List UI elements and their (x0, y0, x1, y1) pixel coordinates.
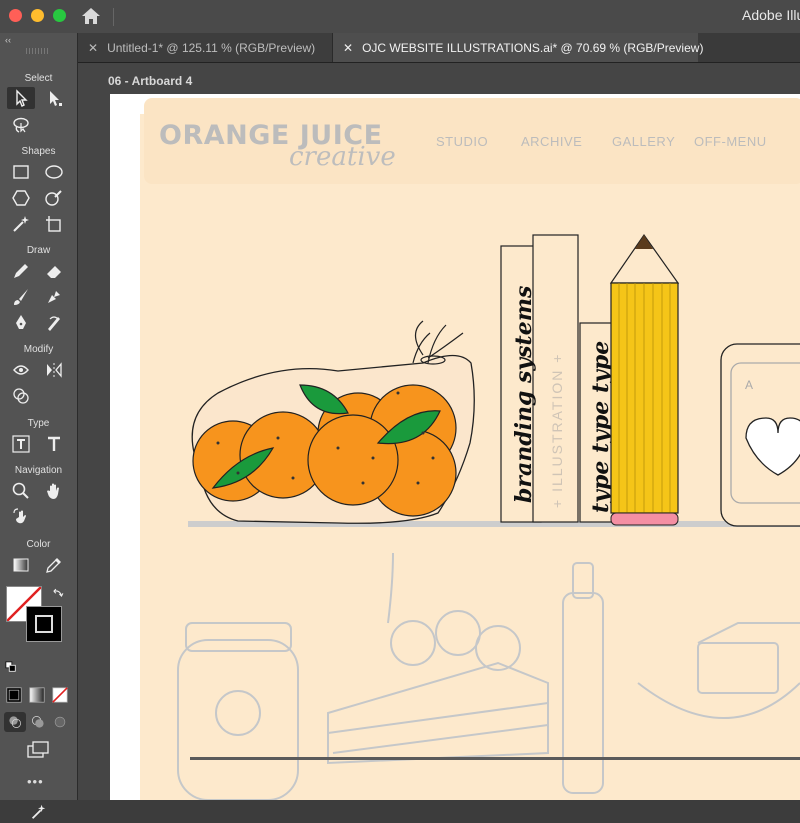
book-spine-type-type-type: type type type (588, 341, 614, 513)
color-mode-icon[interactable] (4, 685, 24, 705)
ellipse-tool-icon[interactable] (40, 161, 68, 183)
shelf-illustration: branding systems + ILLUSTRATION + type t… (177, 233, 800, 800)
title-bar: Adobe Illustrator (0, 0, 800, 34)
close-tab-icon[interactable]: ✕ (88, 41, 98, 55)
minimize-window-button[interactable] (31, 9, 44, 22)
book-spine-branding-systems: branding systems (511, 286, 537, 503)
tools-panel: ‹‹ Select Shapes Draw Modify Type Naviga… (0, 33, 78, 819)
draw-inside-icon[interactable] (50, 712, 70, 732)
section-label-draw: Draw (26, 245, 51, 256)
polygon-tool-icon[interactable] (7, 187, 35, 209)
rectangle-tool-icon[interactable] (7, 161, 35, 183)
direct-selection-tool-icon[interactable] (40, 87, 68, 109)
book-spine-illustration: + ILLUSTRATION + (549, 353, 565, 508)
tab-label: Untitled-1* @ 125.11 % (RGB/Preview) (107, 40, 316, 55)
section-label-modify: Modify (23, 344, 54, 355)
collapse-panel-icon[interactable]: ‹‹ (5, 35, 11, 45)
magic-wand-tool-icon[interactable] (7, 213, 35, 235)
gradient-tool-icon[interactable] (7, 554, 35, 576)
swap-fill-stroke-icon[interactable] (48, 585, 68, 603)
canvas[interactable]: 06 - Artboard 4 ORANGE JUICE creative ST… (78, 63, 800, 800)
type-on-path-tool-icon[interactable] (40, 433, 68, 455)
section-label-select: Select (24, 73, 53, 84)
pencil (609, 233, 680, 526)
artboard-tool-icon[interactable] (40, 213, 68, 235)
pen-tool-icon[interactable] (7, 312, 35, 334)
selection-tool-icon[interactable] (7, 87, 35, 109)
faded-sketch-layer (177, 552, 800, 800)
edit-toolbar-icon[interactable] (24, 801, 52, 823)
close-tab-icon[interactable]: ✕ (343, 41, 353, 55)
reflect-tool-icon[interactable] (40, 359, 68, 381)
document-tab-ojc-website[interactable]: ✕ OJC WEBSITE ILLUSTRATIONS.ai* @ 70.69 … (333, 33, 703, 62)
shape-builder-tool-icon[interactable] (7, 385, 35, 407)
home-icon[interactable] (80, 5, 102, 27)
svg-text:A: A (745, 378, 753, 392)
bottom-shelf (190, 757, 800, 760)
warp-tool-icon[interactable] (7, 359, 35, 381)
rotate-view-tool-icon[interactable] (7, 506, 35, 528)
panel-grip[interactable] (26, 48, 50, 54)
close-window-button[interactable] (9, 9, 22, 22)
eraser-tool-icon[interactable] (40, 260, 68, 282)
default-colors-icon[interactable] (4, 660, 18, 674)
section-label-color: Color (26, 539, 51, 550)
section-label-navigation: Navigation (14, 465, 63, 476)
curvature-tool-icon[interactable] (40, 312, 68, 334)
blob-brush-tool-icon[interactable] (40, 286, 68, 308)
section-label-type: Type (27, 418, 50, 429)
document-tabs: ✕ Untitled-1* @ 125.11 % (RGB/Preview) ✕… (78, 33, 800, 63)
pencil-tool-icon[interactable] (7, 260, 35, 282)
heart-jar: A (720, 343, 800, 527)
screen-mode-icon[interactable] (24, 739, 52, 761)
app-title: Adobe Illustrator (742, 7, 800, 23)
stroke-swatch[interactable] (26, 606, 62, 642)
gradient-mode-icon[interactable] (27, 685, 47, 705)
none-mode-icon[interactable] (50, 685, 70, 705)
paintbrush-tool-icon[interactable] (7, 286, 35, 308)
eyedropper-tool-icon[interactable] (40, 554, 68, 576)
shaper-tool-icon[interactable] (40, 187, 68, 209)
zoom-tool-icon[interactable] (7, 480, 35, 502)
document-tab-untitled[interactable]: ✕ Untitled-1* @ 125.11 % (RGB/Preview) (78, 33, 333, 62)
draw-normal-icon[interactable] (4, 712, 26, 732)
hand-tool-icon[interactable] (40, 480, 68, 502)
draw-behind-icon[interactable] (28, 712, 48, 732)
lasso-tool-icon[interactable] (7, 114, 35, 136)
tab-label: OJC WEBSITE ILLUSTRATIONS.ai* @ 70.69 % … (362, 40, 704, 55)
zoom-window-button[interactable] (53, 9, 66, 22)
type-tool-icon[interactable] (7, 433, 35, 455)
section-label-shapes: Shapes (21, 146, 56, 157)
more-tools-button[interactable]: ••• (27, 774, 44, 789)
title-bar-divider (113, 8, 114, 26)
